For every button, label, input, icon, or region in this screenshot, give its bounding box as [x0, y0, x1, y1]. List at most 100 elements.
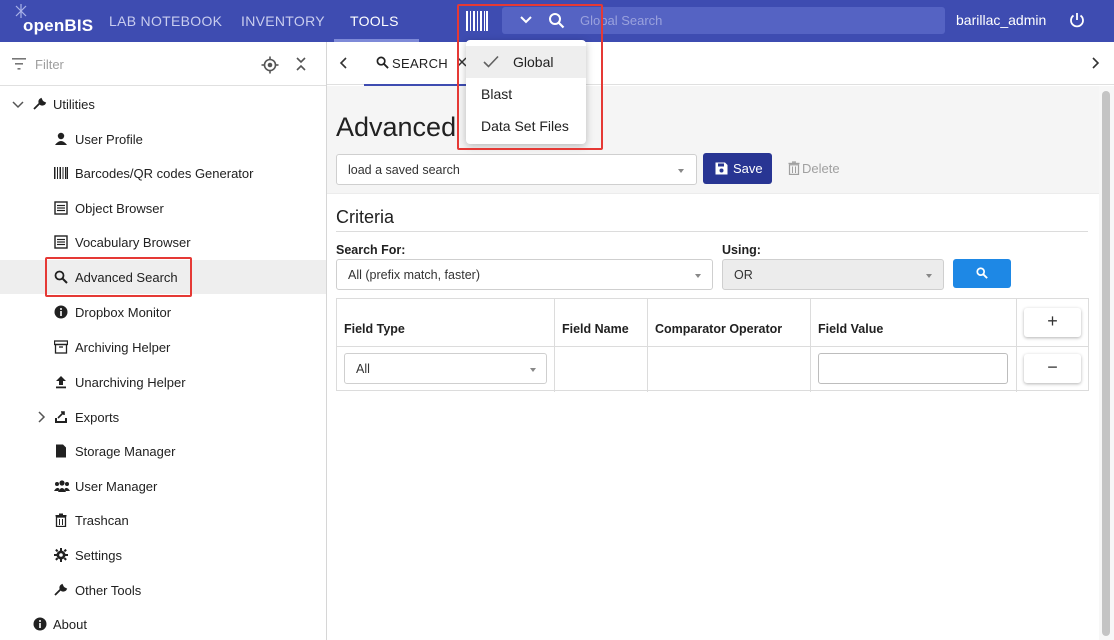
- nav-tab-lab-notebook[interactable]: LAB NOTEBOOK: [109, 0, 222, 42]
- locate-icon[interactable]: [261, 56, 279, 74]
- sidebar: Filter Utilities User Profile Barcodes/Q…: [0, 42, 327, 640]
- criteria-table: Field Type Field Name Comparator Operato…: [336, 298, 1089, 392]
- sidebar-item-user-manager[interactable]: User Manager: [0, 469, 326, 503]
- field-type-value: All: [356, 362, 370, 376]
- using-select[interactable]: OR: [722, 259, 944, 290]
- chevron-down-icon[interactable]: [12, 98, 24, 110]
- field-type-select[interactable]: All: [344, 353, 547, 384]
- sidebar-item-label: User Profile: [75, 132, 143, 147]
- info-icon: [33, 617, 47, 631]
- logo-text: openBIS: [23, 16, 94, 35]
- page-title: Advanced: [336, 112, 457, 142]
- sidebar-item-advanced-search[interactable]: Advanced Search: [0, 260, 326, 294]
- list-icon: [54, 235, 68, 249]
- sidebar-item-label: About: [53, 617, 87, 632]
- add-criteria-button[interactable]: +: [1024, 308, 1081, 337]
- sidebar-item-about[interactable]: About: [0, 607, 326, 640]
- sidebar-item-label: Exports: [75, 410, 120, 425]
- search-icon: [54, 270, 68, 284]
- barcode-scanner-icon[interactable]: [466, 10, 488, 32]
- using-label: Using:: [722, 243, 761, 257]
- sidebar-item-label: Utilities: [53, 97, 95, 112]
- save-button[interactable]: Save: [703, 153, 772, 184]
- info-icon: [54, 305, 68, 319]
- sidebar-item-label: Storage Manager: [75, 444, 176, 459]
- menu-item-global[interactable]: Global: [466, 46, 586, 78]
- chevron-down-icon[interactable]: [519, 13, 533, 27]
- chevron-right-icon[interactable]: [35, 411, 47, 423]
- menu-item-label: Blast: [481, 86, 513, 102]
- trash-icon: [55, 513, 67, 527]
- sidebar-item-trashcan[interactable]: Trashcan: [0, 503, 326, 537]
- nav-tab-inventory[interactable]: INVENTORY: [241, 0, 325, 42]
- field-value-input[interactable]: [818, 353, 1008, 384]
- sidebar-item-label: Dropbox Monitor: [75, 305, 172, 320]
- sidebar-item-other-tools[interactable]: Other Tools: [0, 573, 326, 607]
- sidebar-item-label: User Manager: [75, 479, 158, 494]
- sidebar-item-object-browser[interactable]: Object Browser: [0, 191, 326, 225]
- menu-item-label: Data Set Files: [481, 118, 569, 134]
- username-label[interactable]: barillac_admin: [956, 0, 1046, 40]
- global-search-input[interactable]: [580, 11, 930, 30]
- saved-search-select[interactable]: load a saved search: [336, 154, 697, 185]
- caret-down-icon: [926, 274, 932, 278]
- search-for-value: All (prefix match, faster): [348, 268, 480, 282]
- barcode-icon: [54, 167, 68, 179]
- users-icon: [54, 480, 70, 492]
- sidebar-item-storage-manager[interactable]: Storage Manager: [0, 434, 326, 468]
- collapse-all-icon[interactable]: [295, 57, 307, 71]
- openbis-logo[interactable]: openBIS: [14, 4, 94, 38]
- sidebar-item-settings[interactable]: Settings: [0, 538, 326, 572]
- check-icon: [483, 55, 499, 68]
- list-icon: [54, 201, 68, 215]
- sidebar-item-label: Barcodes/QR codes Generator: [75, 166, 254, 181]
- delete-button-label: Delete: [802, 161, 840, 176]
- sidebar-item-label: Archiving Helper: [75, 340, 171, 355]
- content-scrollbar[interactable]: [1099, 86, 1114, 640]
- sidebar-item-vocabulary-browser[interactable]: Vocabulary Browser: [0, 225, 326, 259]
- saved-search-placeholder: load a saved search: [348, 163, 460, 177]
- sidebar-item-unarchiving-helper[interactable]: Unarchiving Helper: [0, 365, 326, 399]
- tab-label: SEARCH: [392, 56, 448, 71]
- file-icon: [56, 444, 66, 458]
- sidebar-item-label: Trashcan: [75, 513, 129, 528]
- sidebar-item-utilities[interactable]: Utilities: [0, 87, 326, 121]
- sidebar-item-label: Vocabulary Browser: [75, 235, 191, 250]
- search-for-select[interactable]: All (prefix match, faster): [336, 259, 713, 290]
- sidebar-item-archiving-helper[interactable]: Archiving Helper: [0, 330, 326, 364]
- export-icon: [55, 411, 67, 423]
- chevron-right-icon[interactable]: [1090, 57, 1100, 69]
- column-header: Field Name: [562, 322, 629, 336]
- nav-tab-tools[interactable]: TOOLS: [334, 0, 419, 42]
- sidebar-item-dropbox-monitor[interactable]: Dropbox Monitor: [0, 295, 326, 329]
- filter-input[interactable]: Filter: [35, 57, 64, 72]
- using-value: OR: [734, 268, 753, 282]
- menu-item-label: Global: [513, 54, 554, 70]
- delete-button[interactable]: Delete: [781, 153, 848, 184]
- sidebar-item-user-profile[interactable]: User Profile: [0, 122, 326, 156]
- menu-item-blast[interactable]: Blast: [466, 78, 586, 110]
- run-search-button[interactable]: [953, 259, 1011, 288]
- sidebar-item-label: Object Browser: [75, 201, 164, 216]
- scrollbar-thumb[interactable]: [1102, 91, 1110, 636]
- criteria-heading: Criteria: [336, 207, 395, 227]
- sidebar-item-barcodes[interactable]: Barcodes/QR codes Generator: [0, 156, 326, 190]
- search-icon[interactable]: [548, 12, 565, 29]
- tab-bar: SEARCH: [327, 42, 1114, 86]
- global-search-box: [502, 7, 945, 34]
- sidebar-item-label: Other Tools: [75, 583, 142, 598]
- sidebar-item-label: Advanced Search: [75, 270, 178, 285]
- remove-criteria-button[interactable]: −: [1024, 354, 1081, 383]
- search-icon: [976, 267, 988, 279]
- filter-icon: [12, 58, 26, 70]
- tab-search[interactable]: SEARCH: [364, 42, 472, 86]
- search-for-label: Search For:: [336, 243, 406, 257]
- save-button-label: Save: [733, 161, 763, 176]
- menu-item-data-set-files[interactable]: Data Set Files: [466, 110, 586, 142]
- power-icon[interactable]: [1069, 12, 1085, 28]
- sidebar-item-label: Settings: [75, 548, 122, 563]
- chevron-left-icon[interactable]: [339, 57, 349, 69]
- sidebar-filter: Filter: [0, 42, 326, 86]
- sidebar-item-exports[interactable]: Exports: [0, 400, 326, 434]
- top-bar: openBIS LAB NOTEBOOK INVENTORY TOOLS bar…: [0, 0, 1114, 42]
